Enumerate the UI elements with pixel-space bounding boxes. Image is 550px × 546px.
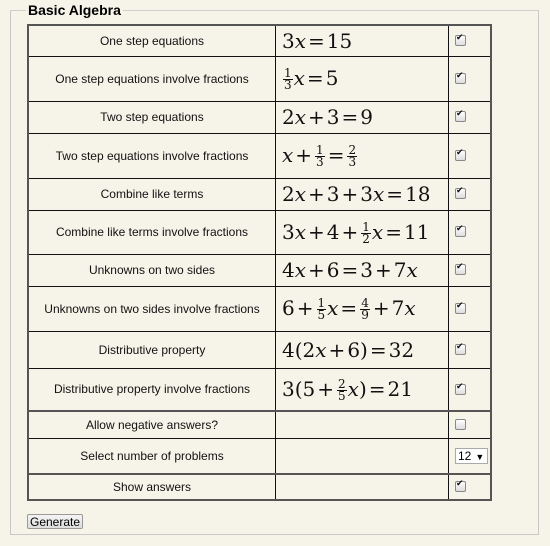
- row-label: Show answers: [27, 473, 276, 501]
- row-label: Select number of problems: [27, 437, 276, 475]
- table-row: One step equations involve fractions 13x…: [27, 55, 492, 102]
- combine-like-terms-fractions-checkbox[interactable]: [455, 224, 466, 238]
- dropdown-arrow-icon: ▼: [475, 451, 485, 462]
- table-row: Show answers: [27, 473, 492, 501]
- row-label: One step equations involve fractions: [27, 55, 276, 102]
- two-step-fractions-checkbox[interactable]: [455, 148, 466, 161]
- table-row: One step equations 3x = 15: [27, 24, 492, 57]
- table-row: Allow negative answers?: [27, 410, 492, 439]
- example-equation: 3(5 +2 5 x) = 21: [275, 367, 449, 412]
- example-equation: 4x +6 = 3 +7x: [275, 253, 449, 287]
- row-label: Two step equations: [27, 100, 276, 134]
- row-label: Distributive property: [27, 330, 276, 369]
- allow-negative-checkbox[interactable]: [455, 419, 466, 431]
- table-row: Unknowns on two sides involve fractions …: [27, 285, 492, 332]
- fieldset-legend: Basic Algebra: [26, 0, 123, 20]
- two-step-checkbox[interactable]: [455, 109, 466, 123]
- unknowns-two-sides-checkbox[interactable]: [455, 262, 466, 276]
- row-label: Combine like terms: [27, 177, 276, 211]
- row-label: Distributive property involve fractions: [27, 367, 276, 412]
- combine-like-terms-checkbox[interactable]: [455, 186, 466, 200]
- example-equation: 2x +3 +3x = 18: [275, 177, 449, 211]
- one-step-fractions-checkbox[interactable]: [455, 71, 466, 84]
- row-label: One step equations: [27, 24, 276, 57]
- row-label: Two step equations involve fractions: [27, 132, 276, 179]
- example-equation: x +1 3 = 2 3: [275, 132, 449, 179]
- table-row: Unknowns on two sides 4x +6 = 3 +7x: [27, 253, 492, 287]
- row-label: Allow negative answers?: [27, 410, 276, 439]
- problem-count-select[interactable]: 12 ▼: [455, 447, 489, 464]
- options-table: One step equations 3x=15 One step equati…: [27, 24, 492, 501]
- show-answers-checkbox[interactable]: [455, 479, 466, 493]
- distributive-fractions-checkbox[interactable]: [455, 382, 466, 395]
- row-label: Combine like terms involve fractions: [27, 209, 276, 255]
- example-equation: 2x +3 = 9: [275, 100, 449, 134]
- table-row: Distributive property involve fractions …: [27, 367, 492, 412]
- example-equation: 3x +4 +1 2 x = 11: [275, 209, 449, 255]
- unknowns-two-sides-fractions-checkbox[interactable]: [455, 301, 466, 314]
- row-label: Unknowns on two sides: [27, 253, 276, 287]
- table-row: Distributive property 4(2x +6) = 32: [27, 330, 492, 369]
- table-row: Two step equations involve fractions x +1…: [27, 132, 492, 179]
- table-row: Select number of problems 12 ▼: [27, 437, 492, 475]
- generate-button[interactable]: Generate: [27, 514, 84, 529]
- table-row: Two step equations 2x +3 = 9: [27, 100, 492, 134]
- table-row: Combine like terms 2x +3 +3x = 18: [27, 177, 492, 211]
- one-step-checkbox[interactable]: [455, 33, 466, 47]
- example-equation: 1 3 x = 5: [275, 55, 449, 102]
- table-row: Combine like terms involve fractions 3x +…: [27, 209, 492, 255]
- basic-algebra-fieldset: Basic Algebra One step equations 3x=15 O…: [10, 0, 539, 535]
- example-equation: 4(2x +6) = 32: [275, 330, 449, 369]
- row-label: Unknowns on two sides involve fractions: [27, 285, 276, 332]
- distributive-checkbox[interactable]: [455, 342, 466, 355]
- example-equation: 6 +1 5 x = 4 9 +7x: [275, 285, 449, 332]
- example-equation: 3x = 15: [275, 24, 449, 57]
